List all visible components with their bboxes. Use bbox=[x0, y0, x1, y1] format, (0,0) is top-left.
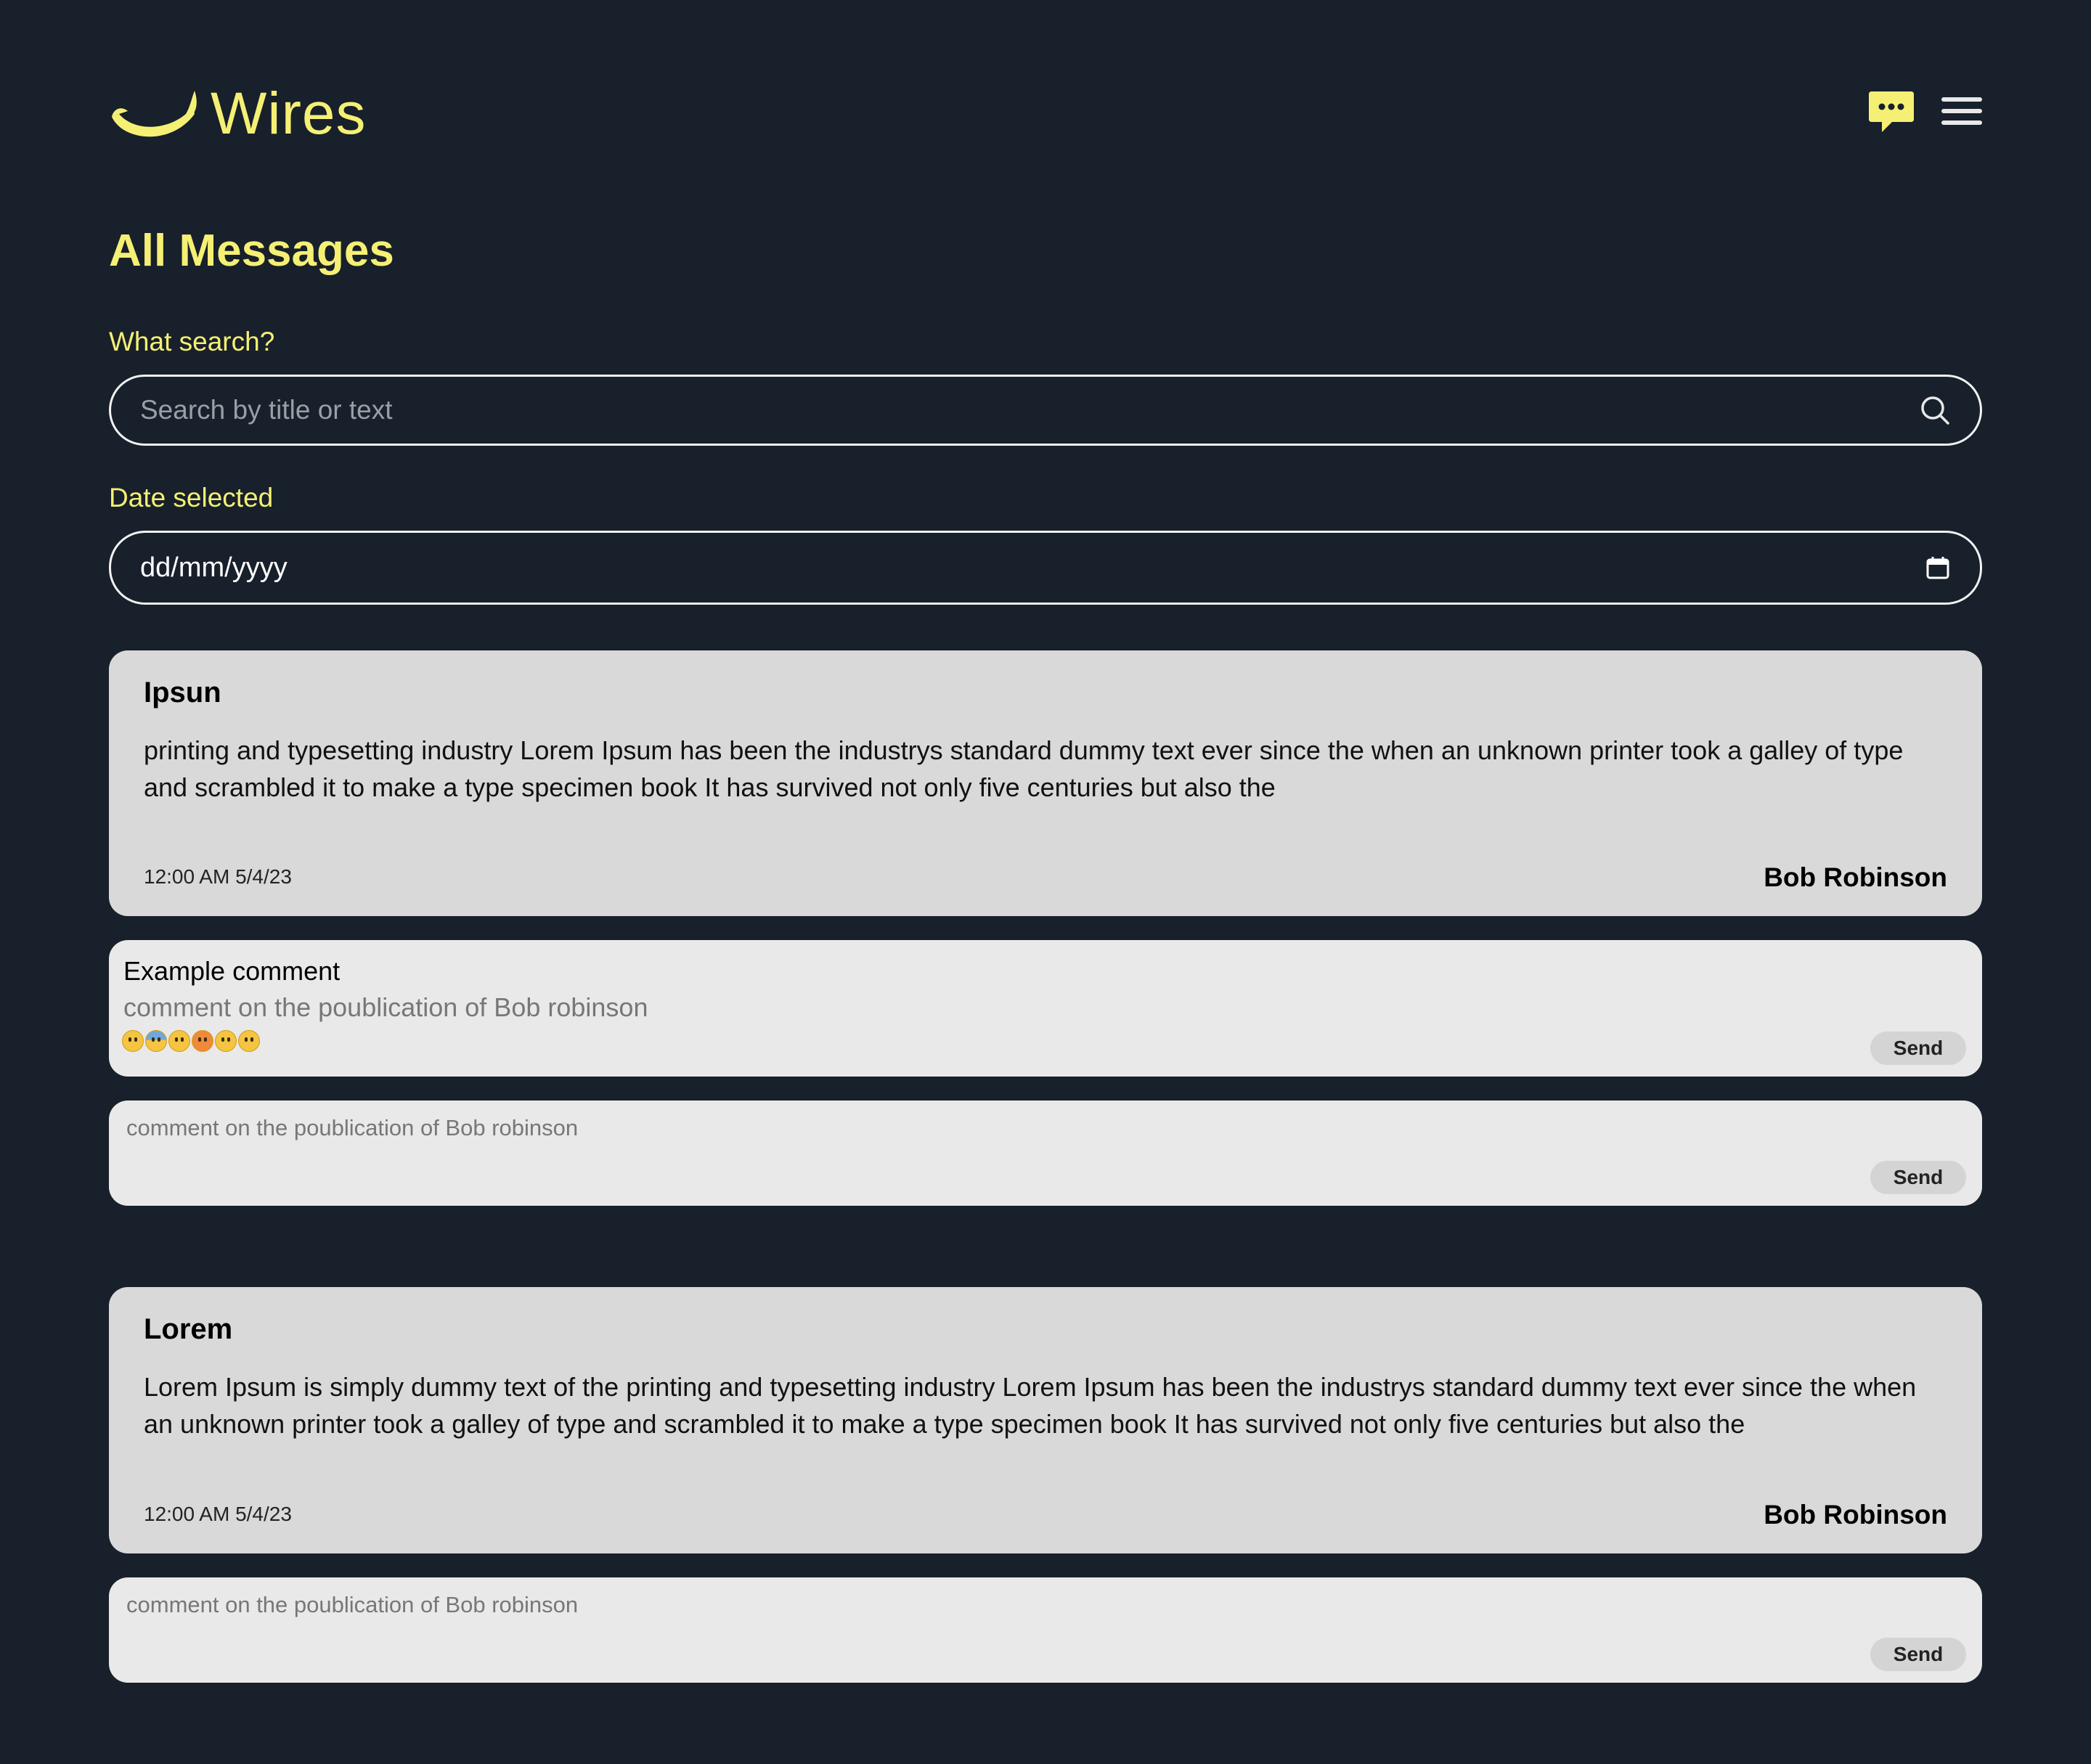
calendar-icon[interactable] bbox=[1925, 555, 1951, 581]
post-title: Lorem bbox=[144, 1313, 233, 1345]
search-icon[interactable] bbox=[1919, 394, 1951, 426]
post-card: Lorem Lorem Ipsum is simply dummy text o… bbox=[109, 1287, 1982, 1553]
comment-card: Example comment comment on the poublicat… bbox=[109, 940, 1982, 1077]
menu-line bbox=[1941, 121, 1982, 125]
post-timestamp: 12:00 AM 5/4/23 bbox=[144, 865, 292, 888]
date-label: Date selected bbox=[109, 483, 274, 513]
anxious-face-icon[interactable] bbox=[145, 1030, 167, 1052]
chat-bubble-icon[interactable] bbox=[1866, 86, 1917, 136]
search-label: What search? bbox=[109, 327, 275, 356]
post-text: Lorem Ipsum is simply dummy text of the … bbox=[144, 1372, 1917, 1439]
menu-line bbox=[1941, 97, 1982, 102]
post-author[interactable]: Bob Robinson bbox=[1764, 1500, 1947, 1530]
header-actions bbox=[1866, 86, 1982, 136]
app-root: Wires All Messages What search? Date s bbox=[0, 0, 2091, 1764]
search-field bbox=[109, 375, 1982, 446]
confused-face-icon[interactable] bbox=[168, 1030, 190, 1052]
date-field[interactable]: dd/mm/yyyy bbox=[109, 531, 1982, 605]
post-card: Ipsun printing and typesetting industry … bbox=[109, 650, 1982, 916]
send-button[interactable]: Send bbox=[1870, 1032, 1966, 1065]
grinning-face-icon[interactable] bbox=[122, 1030, 144, 1052]
comment-text: comment on the poublication of Bob robin… bbox=[123, 992, 648, 1022]
send-button[interactable]: Send bbox=[1870, 1638, 1966, 1671]
post-timestamp: 12:00 AM 5/4/23 bbox=[144, 1503, 292, 1525]
new-comment-box: Send bbox=[109, 1577, 1982, 1683]
new-comment-box: Send bbox=[109, 1101, 1982, 1206]
header: Wires bbox=[109, 81, 1982, 147]
hushed-face-icon[interactable] bbox=[215, 1030, 237, 1052]
send-button[interactable]: Send bbox=[1870, 1161, 1966, 1194]
smile-arc-logo-icon bbox=[112, 91, 197, 137]
post-author[interactable]: Bob Robinson bbox=[1764, 862, 1947, 893]
search-input[interactable] bbox=[140, 395, 1919, 425]
page-title: All Messages bbox=[109, 226, 394, 276]
post-text: printing and typesetting industry Lorem … bbox=[144, 735, 1904, 802]
reaction-row bbox=[122, 1030, 260, 1052]
comment-author: Example comment bbox=[123, 956, 341, 986]
comment-input[interactable] bbox=[126, 1592, 1433, 1618]
hushed-face-icon[interactable] bbox=[238, 1030, 260, 1052]
angry-face-icon[interactable] bbox=[192, 1030, 213, 1052]
hamburger-menu-icon[interactable] bbox=[1941, 86, 1982, 136]
brand-name: Wires bbox=[211, 81, 367, 147]
brand[interactable]: Wires bbox=[109, 81, 367, 147]
comment-input[interactable] bbox=[126, 1115, 1433, 1141]
post-title: Ipsun bbox=[144, 677, 221, 709]
menu-line bbox=[1941, 109, 1982, 113]
date-input[interactable]: dd/mm/yyyy bbox=[140, 552, 1925, 584]
